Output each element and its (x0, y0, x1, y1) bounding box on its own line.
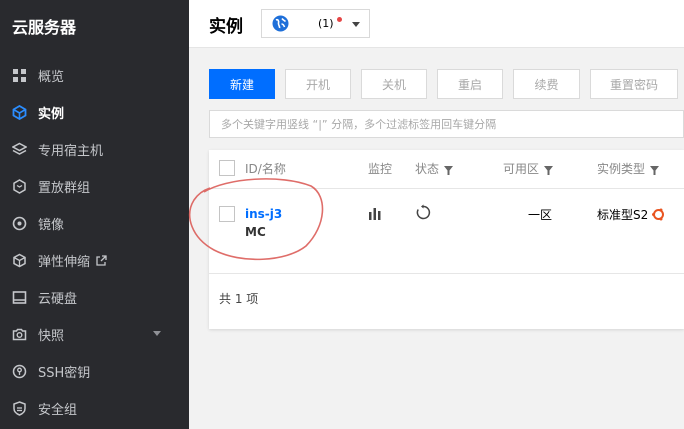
cube-icon (11, 105, 27, 121)
key-icon (11, 364, 27, 380)
total-count: 共 1 项 (219, 292, 259, 306)
sidebar-item-overview[interactable]: 概览 (0, 57, 189, 94)
product-title: 云服务器 (12, 18, 77, 37)
chevron-down-icon (352, 22, 360, 27)
globe-icon (272, 15, 289, 32)
disk-icon (11, 290, 27, 306)
box-icon (11, 253, 27, 269)
status-loading-icon (415, 204, 432, 224)
column-header-id-name: ID/名称 (245, 162, 286, 176)
sidebar-item-security-group[interactable]: 安全组 (0, 390, 189, 427)
sidebar-item-cloud-disk[interactable]: 云硬盘 (0, 279, 189, 316)
sidebar-item-label: 实例 (38, 107, 65, 122)
sidebar-item-label: 快照 (38, 329, 65, 344)
renew-button[interactable]: 续费 (513, 69, 580, 99)
sidebar-item-ssh-keys[interactable]: SSH密钥 (0, 353, 189, 390)
sidebar-item-label: 云硬盘 (38, 292, 78, 307)
monitor-chart-icon[interactable] (368, 206, 382, 223)
reset-password-button[interactable]: 重置密码 (590, 69, 678, 99)
page-title: 实例 (209, 17, 243, 37)
disc-icon (11, 216, 27, 232)
shield-icon (11, 401, 27, 417)
region-count: (1) (318, 17, 334, 30)
sidebar-item-label: 置放群组 (38, 181, 91, 196)
header-divider (209, 188, 684, 189)
filter-icon[interactable] (650, 164, 660, 175)
zone-value: 一区 (528, 208, 553, 222)
sidebar-item-auto-scaling[interactable]: 弹性伸缩 (0, 242, 189, 279)
ubuntu-icon (652, 208, 665, 224)
column-header-status[interactable]: 状态 (415, 160, 454, 177)
sidebar-item-label: 概览 (38, 70, 65, 85)
select-all-checkbox[interactable] (219, 160, 235, 176)
sidebar-item-label: SSH密钥 (38, 366, 91, 381)
filter-icon[interactable] (444, 164, 454, 175)
external-link-icon (96, 255, 107, 266)
start-button[interactable]: 开机 (285, 69, 351, 99)
sidebar-item-dedicated-host[interactable]: 专用宿主机 (0, 131, 189, 168)
sidebar-item-label: 镜像 (38, 218, 65, 233)
search-input[interactable]: 多个关键字用竖线 “|” 分隔，多个过滤标签用回车键分隔 (209, 110, 684, 138)
sidebar-item-images[interactable]: 镜像 (0, 205, 189, 242)
chevron-down-icon[interactable] (153, 331, 161, 336)
sidebar-item-snapshots[interactable]: 快照 (0, 316, 189, 353)
instance-id-link[interactable]: ins-j3 (245, 207, 282, 221)
hexagon-icon (11, 179, 27, 195)
sidebar-item-label: 专用宿主机 (38, 144, 104, 159)
sidebar-item-placement-group[interactable]: 置放群组 (0, 168, 189, 205)
layers-icon (11, 142, 27, 158)
region-selector[interactable]: (1) (261, 9, 370, 38)
row-checkbox[interactable] (219, 206, 235, 222)
filter-icon[interactable] (544, 164, 554, 175)
column-header-zone[interactable]: 可用区 (503, 160, 554, 177)
grid-icon (11, 68, 27, 84)
shutdown-button[interactable]: 关机 (361, 69, 427, 99)
sidebar: 云服务器 概览 实例 专用宿主机 置放群组 镜像 弹性伸缩 云硬盘 快照 SSH… (0, 0, 189, 429)
camera-icon (11, 327, 27, 343)
notification-dot (336, 17, 342, 22)
top-header: 实例 (1) (189, 0, 684, 48)
new-button[interactable]: 新建 (209, 69, 275, 99)
instance-type-value: 标准型S2 (597, 206, 665, 224)
sidebar-item-label: 弹性伸缩 (38, 255, 91, 270)
restart-button[interactable]: 重启 (437, 69, 503, 99)
instance-name: MC (245, 225, 266, 239)
sidebar-item-label: 安全组 (38, 403, 78, 418)
column-header-monitor: 监控 (368, 162, 393, 176)
row-divider (209, 273, 684, 274)
sidebar-item-instances[interactable]: 实例 (0, 94, 189, 131)
column-header-instance-type[interactable]: 实例类型 (597, 160, 660, 177)
